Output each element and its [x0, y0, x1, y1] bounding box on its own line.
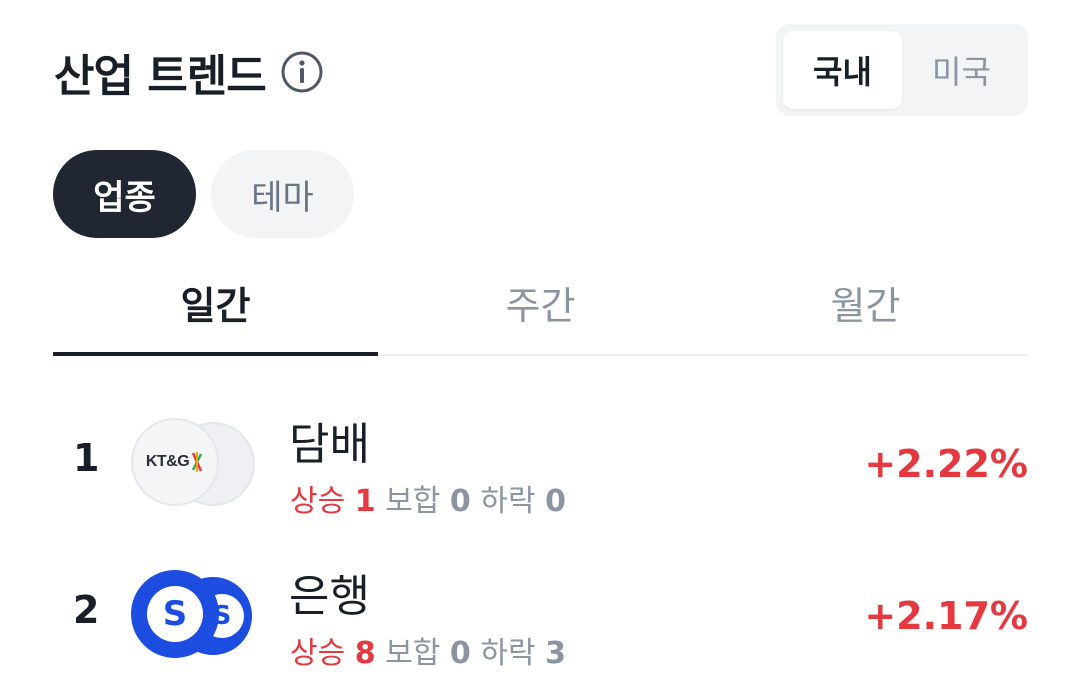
rank-number: 2 [73, 588, 100, 632]
tab-weekly[interactable]: 주간 [378, 262, 703, 354]
flat-count: 0 [449, 636, 471, 671]
ktg-logo-text: KT&G [145, 453, 190, 470]
tab-daily[interactable]: 일간 [53, 262, 378, 356]
change-percent: +2.22% [864, 442, 1028, 486]
industry-name: 은행 [289, 571, 370, 622]
industry-row-tobacco[interactable]: 1 KT&G 담배 상승 1 보합 0 하락 0 +2.22% [53, 398, 1028, 528]
ktg-leaf-icon [192, 452, 203, 472]
market-option-us[interactable]: 미국 [902, 31, 1021, 109]
stock-logos: KT&G [131, 418, 261, 506]
flat-count: 0 [449, 484, 471, 519]
flat-label: 보합 [385, 636, 441, 671]
tab-monthly[interactable]: 월간 [703, 262, 1028, 354]
down-count: 3 [545, 636, 566, 671]
down-label: 하락 [480, 484, 536, 519]
period-tabs: 일간 주간 월간 [53, 262, 1028, 356]
change-percent: +2.17% [864, 594, 1028, 638]
market-option-domestic[interactable]: 국내 [783, 31, 902, 109]
up-label: 상승 [290, 484, 346, 519]
stock-logos: S S [131, 570, 261, 658]
up-count: 8 [354, 636, 376, 671]
stock-counts: 상승 1 보합 0 하락 0 [290, 476, 566, 520]
pill-theme[interactable]: 테마 [211, 150, 354, 238]
up-label: 상승 [290, 636, 346, 671]
up-count: 1 [354, 484, 376, 519]
rank-number: 1 [73, 436, 100, 480]
info-circle-icon[interactable] [280, 50, 324, 94]
ktg-logo: KT&G [131, 418, 219, 506]
flat-label: 보합 [385, 484, 441, 519]
section-header: 산업 트렌드 [54, 40, 324, 104]
pill-industry[interactable]: 업종 [53, 150, 196, 238]
page-title: 산업 트렌드 [54, 51, 267, 102]
market-toggle: 국내 미국 [776, 24, 1028, 116]
down-label: 하락 [480, 636, 536, 671]
industry-name: 담배 [289, 419, 370, 470]
stock-counts: 상승 8 보합 0 하락 3 [290, 628, 566, 672]
bank-s-icon: S [147, 586, 203, 642]
bank-logo: S [131, 570, 219, 658]
down-count: 0 [545, 484, 566, 519]
industry-row-bank[interactable]: 2 S S 은행 상승 8 보합 0 하락 3 +2.17% [53, 550, 1028, 680]
